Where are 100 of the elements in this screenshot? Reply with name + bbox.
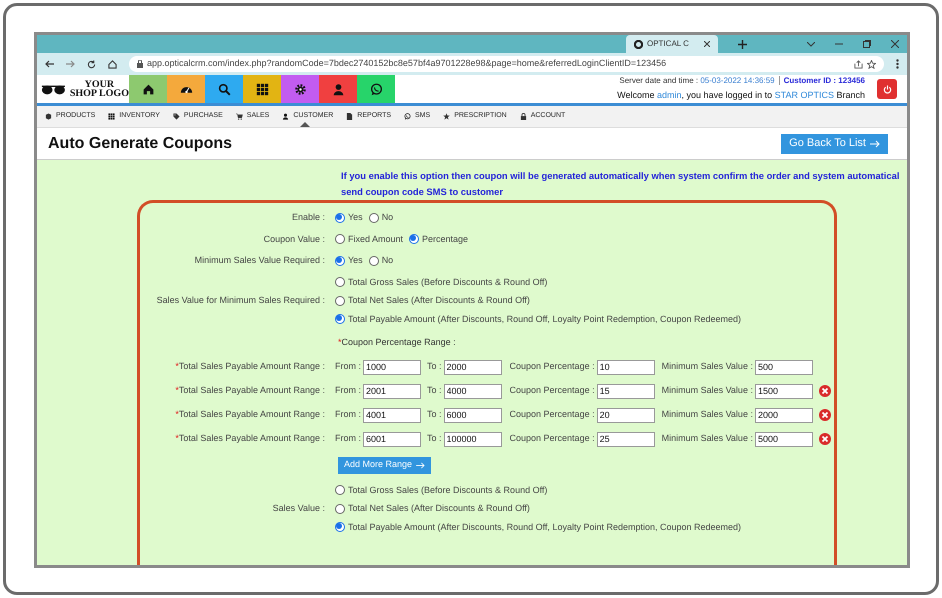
field-label: Coupon Percentage : xyxy=(510,360,595,374)
settings-icon xyxy=(294,82,306,96)
input-field[interactable]: 500 xyxy=(754,360,813,374)
chevron-down-icon[interactable] xyxy=(807,42,815,46)
radio-button[interactable] xyxy=(368,256,379,266)
input-field[interactable]: 4000 xyxy=(444,384,502,398)
field-label: From : xyxy=(335,384,361,398)
back-icon[interactable] xyxy=(45,60,54,68)
quick-button[interactable] xyxy=(357,75,395,103)
field-label: Coupon Percentage : xyxy=(510,384,595,398)
option-label: Yes xyxy=(348,211,363,224)
input-field[interactable]: 20 xyxy=(596,408,655,422)
input-field[interactable]: 1000 xyxy=(363,360,421,374)
input-field[interactable]: 6001 xyxy=(363,432,421,446)
search-icon xyxy=(218,82,230,96)
welcome-text: Welcome admin, you have logged in to STAR OPTICS Branch xyxy=(617,89,865,102)
radio-button[interactable] xyxy=(368,212,379,223)
arrow-right-icon xyxy=(870,140,880,148)
input-field[interactable]: 2001 xyxy=(363,384,421,398)
option-label: Fixed Amount xyxy=(348,232,404,246)
radio-button[interactable] xyxy=(335,256,345,266)
browser-tab[interactable]: OPTICAL C xyxy=(626,35,718,53)
logout-button[interactable] xyxy=(877,79,897,99)
lock-icon xyxy=(520,113,527,120)
option-label: No xyxy=(382,254,394,267)
range-heading: *Coupon Percentage Range : xyxy=(337,336,456,349)
share-icon[interactable] xyxy=(854,60,863,68)
field-label: To : xyxy=(427,384,442,398)
option-label: Yes xyxy=(348,254,363,267)
radio-button[interactable] xyxy=(335,522,345,532)
input-field[interactable]: 1500 xyxy=(754,384,813,398)
address-bar[interactable]: app.opticalcrm.com/index.php?randomCode=7bdec2740152bc8e57bf4a9701228e98&page=home&referredLoginClientID=123456 xyxy=(129,56,884,72)
radio-button[interactable] xyxy=(335,234,345,244)
input-field[interactable]: 100000 xyxy=(444,432,502,446)
input-field[interactable]: 15 xyxy=(596,384,655,398)
quick-button[interactable] xyxy=(243,75,281,103)
field-label: *Total Sales Payable Amount Range : xyxy=(174,360,326,374)
star-icon xyxy=(443,113,450,120)
server-info: Server date and time : 05-03-2022 14:36:59 Customer ID : 123456 xyxy=(619,75,865,88)
option-label: Percentage xyxy=(422,232,468,246)
field-label: Minimum Sales Value Required : xyxy=(194,254,326,267)
quick-button[interactable] xyxy=(167,75,205,103)
new-tab-icon[interactable] xyxy=(738,40,747,48)
input-field[interactable]: 25 xyxy=(596,432,655,446)
reload-icon[interactable] xyxy=(87,60,96,68)
field-label: To : xyxy=(427,360,442,374)
option-label: Total Gross Sales (Before Discounts & Round Off) xyxy=(348,276,548,289)
field-label: *Total Sales Payable Amount Range : xyxy=(174,384,326,398)
cube-icon xyxy=(45,113,52,120)
quick-button[interactable] xyxy=(129,75,167,103)
tab-title: OPTICAL C xyxy=(647,38,690,50)
radio-button[interactable] xyxy=(335,296,345,306)
grid-icon xyxy=(108,113,116,120)
restore-icon[interactable] xyxy=(863,40,871,48)
radio-button[interactable] xyxy=(335,212,345,223)
field-label: From : xyxy=(335,432,361,446)
user-icon xyxy=(282,113,290,120)
shop-logo: YOUR SHOP LOGO xyxy=(37,75,129,103)
field-label: Sales Value : xyxy=(272,502,326,515)
field-label: From : xyxy=(335,360,361,374)
tag-icon xyxy=(172,113,180,120)
radio-button[interactable] xyxy=(409,234,420,244)
close-icon[interactable] xyxy=(891,40,899,48)
field-label: Minimum Sales Value : xyxy=(662,408,753,422)
more-icon[interactable] xyxy=(896,59,899,69)
document-icon xyxy=(346,113,354,120)
radio-button[interactable] xyxy=(335,504,345,514)
radio-button[interactable] xyxy=(335,277,345,288)
input-field[interactable]: 5000 xyxy=(754,432,813,446)
field-label: Enable : xyxy=(290,211,326,224)
input-field[interactable]: 2000 xyxy=(754,408,813,422)
input-field[interactable]: 10 xyxy=(596,360,655,374)
home-icon[interactable] xyxy=(108,60,117,68)
input-field[interactable]: 4001 xyxy=(363,408,421,422)
remove-icon[interactable] xyxy=(818,385,831,397)
field-label: From : xyxy=(335,408,361,422)
remove-icon[interactable] xyxy=(818,409,831,421)
radio-button[interactable] xyxy=(335,314,345,324)
chat-icon xyxy=(370,82,382,96)
field-label: Sales Value for Minimum Sales Required : xyxy=(156,294,326,307)
radio-button[interactable] xyxy=(335,485,345,496)
input-field[interactable]: 6000 xyxy=(444,408,502,422)
star-icon[interactable] xyxy=(867,60,876,68)
field-label: *Total Sales Payable Amount Range : xyxy=(174,432,326,446)
input-field[interactable]: 2000 xyxy=(444,360,502,374)
quick-button[interactable] xyxy=(319,75,357,103)
field-label: Coupon Percentage : xyxy=(510,432,595,446)
field-label: Coupon Value : xyxy=(262,232,326,246)
option-label: Total Net Sales (After Discounts & Round Off) xyxy=(348,502,530,515)
cart-icon xyxy=(236,113,243,120)
home-icon xyxy=(142,82,154,96)
field-label: Minimum Sales Value : xyxy=(662,432,753,446)
minimize-icon[interactable] xyxy=(835,43,843,45)
close-icon[interactable] xyxy=(704,41,710,47)
remove-icon[interactable] xyxy=(818,433,831,445)
field-label: Coupon Percentage : xyxy=(510,408,595,422)
forward-icon[interactable] xyxy=(66,60,75,68)
quick-button[interactable] xyxy=(281,75,319,103)
option-label: Total Payable Amount (After Discounts, Round Off, Loyalty Point Redemption, Coupon Redeemed) xyxy=(348,312,742,326)
quick-button[interactable] xyxy=(205,75,243,103)
